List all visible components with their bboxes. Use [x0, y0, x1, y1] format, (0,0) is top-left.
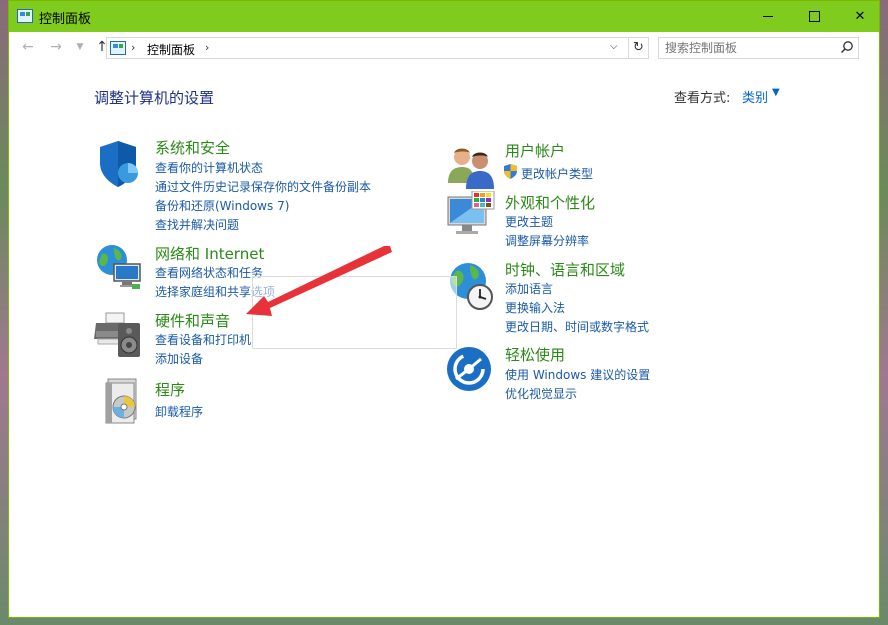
category-hardware-sound[interactable]: 硬件和声音 [155, 310, 230, 331]
title-bar[interactable]: 控制面板 [9, 1, 879, 32]
users-icon[interactable] [446, 143, 496, 193]
breadcrumb[interactable]: 控制面板 [147, 41, 195, 58]
recent-locations-icon[interactable]: ▼ [70, 37, 90, 57]
link-change-account-type[interactable]: 更改帐户类型 [521, 165, 593, 182]
chevron-down-icon[interactable]: ▼ [772, 87, 780, 98]
category-clock-language-region[interactable]: 时钟、语言和区域 [505, 259, 625, 280]
uac-shield-icon [504, 164, 517, 179]
link-change-theme[interactable]: 更改主题 [505, 213, 553, 230]
link-network-status[interactable]: 查看网络状态和任务 [155, 264, 263, 281]
link-change-date-time-format[interactable]: 更改日期、时间或数字格式 [505, 318, 649, 335]
link-troubleshoot[interactable]: 查找并解决问题 [155, 216, 239, 233]
minimize-button[interactable] [745, 1, 791, 32]
shield-icon[interactable] [96, 139, 146, 189]
view-by-label: 查看方式: [674, 91, 731, 106]
category-system-security[interactable]: 系统和安全 [155, 137, 230, 158]
link-adjust-resolution[interactable]: 调整屏幕分辨率 [505, 232, 589, 249]
category-programs[interactable]: 程序 [155, 379, 185, 400]
category-ease-of-access[interactable]: 轻松使用 [505, 344, 565, 365]
programs-disc-icon[interactable] [98, 377, 148, 427]
page-title: 调整计算机的设置 [94, 89, 215, 107]
link-view-computer-status[interactable]: 查看你的计算机状态 [155, 159, 263, 176]
maximize-button[interactable] [791, 1, 837, 32]
chevron-down-icon[interactable]: ⌵ [610, 41, 618, 52]
category-user-accounts[interactable]: 用户帐户 [505, 140, 565, 161]
category-network-internet[interactable]: 网络和 Internet [155, 243, 264, 264]
search-input[interactable] [658, 37, 859, 59]
refresh-icon[interactable]: ↻ [628, 38, 648, 58]
close-button[interactable] [837, 1, 883, 32]
printer-speaker-icon[interactable] [94, 309, 144, 359]
hover-tooltip [252, 276, 457, 349]
link-file-history-backup[interactable]: 通过文件历史记录保存你的文件备份副本 [155, 178, 371, 195]
link-optimize-visual-display[interactable]: 优化视觉显示 [505, 385, 577, 402]
ease-of-access-icon[interactable] [446, 345, 496, 395]
category-appearance-personalization[interactable]: 外观和个性化 [505, 192, 595, 213]
view-by-dropdown[interactable]: 类别 [742, 87, 768, 106]
search-icon[interactable] [840, 40, 854, 54]
link-recommended-settings[interactable]: 使用 Windows 建议的设置 [505, 366, 650, 383]
chevron-right-icon[interactable]: › [205, 41, 209, 54]
link-devices-printers[interactable]: 查看设备和打印机 [155, 331, 251, 348]
control-panel-icon [110, 41, 126, 55]
link-uninstall-program[interactable]: 卸载程序 [155, 403, 203, 420]
link-add-language[interactable]: 添加语言 [505, 280, 553, 297]
control-panel-icon [17, 9, 33, 23]
forward-arrow-icon[interactable]: → [46, 37, 66, 57]
address-bar[interactable]: › 控制面板 › ⌵ ↻ [106, 37, 649, 59]
link-backup-restore[interactable]: 备份和还原(Windows 7) [155, 197, 289, 214]
link-change-input-method[interactable]: 更换输入法 [505, 299, 565, 316]
back-arrow-icon[interactable]: ← [18, 37, 38, 57]
network-globe-icon[interactable] [94, 242, 144, 292]
link-add-device[interactable]: 添加设备 [155, 350, 203, 367]
window-title: 控制面板 [39, 12, 92, 27]
monitor-palette-icon[interactable] [446, 191, 496, 241]
chevron-right-icon[interactable]: › [131, 41, 135, 54]
